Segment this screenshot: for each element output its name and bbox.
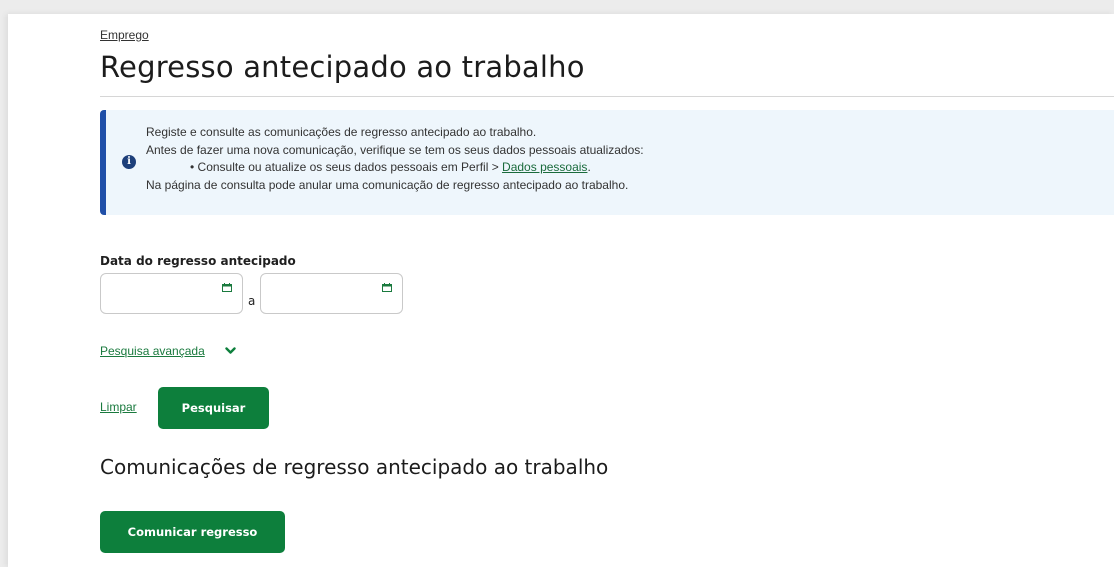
date-from-field[interactable] — [100, 273, 243, 314]
search-button[interactable]: Pesquisar — [158, 387, 269, 429]
chevron-down-icon[interactable] — [225, 347, 236, 355]
calendar-icon[interactable] — [382, 283, 392, 292]
date-to-field[interactable] — [260, 273, 403, 314]
info-bullet-end: . — [587, 160, 591, 174]
clear-link[interactable]: Limpar — [100, 400, 137, 414]
advanced-search-link[interactable]: Pesquisa avançada — [100, 344, 205, 358]
main-content: Emprego Regresso antecipado ao trabalho … — [8, 14, 1114, 567]
info-line-4: Na página de consulta pode anular uma co… — [146, 177, 629, 192]
calendar-icon[interactable] — [222, 283, 232, 292]
info-bullet-text: • Consulte ou atualize os seus dados pes… — [190, 160, 503, 174]
communicate-return-button[interactable]: Comunicar regresso — [100, 511, 285, 553]
date-range-separator: a — [248, 294, 256, 308]
info-alert: i Registe e consulte as comunicações de … — [100, 110, 1114, 215]
date-range-label: Data do regresso antecipado — [100, 254, 296, 268]
info-line-1: Registe e consulte as comunicações de re… — [146, 125, 537, 139]
breadcrumb-emprego[interactable]: Emprego — [100, 28, 149, 42]
results-section-title: Comunicações de regresso antecipado ao t… — [100, 455, 609, 479]
date-from-input[interactable] — [101, 274, 227, 311]
title-divider — [100, 96, 1114, 97]
date-to-input[interactable] — [261, 274, 387, 311]
page-title: Regresso antecipado ao trabalho — [100, 50, 585, 84]
info-bullet: • Consulte ou atualize os seus dados pes… — [146, 159, 644, 177]
dados-pessoais-link[interactable]: Dados pessoais — [502, 160, 587, 174]
info-icon: i — [122, 155, 136, 169]
info-line-2: Antes de fazer uma nova comunicação, ver… — [146, 142, 644, 157]
info-text: Registe e consulte as comunicações de re… — [146, 124, 644, 194]
